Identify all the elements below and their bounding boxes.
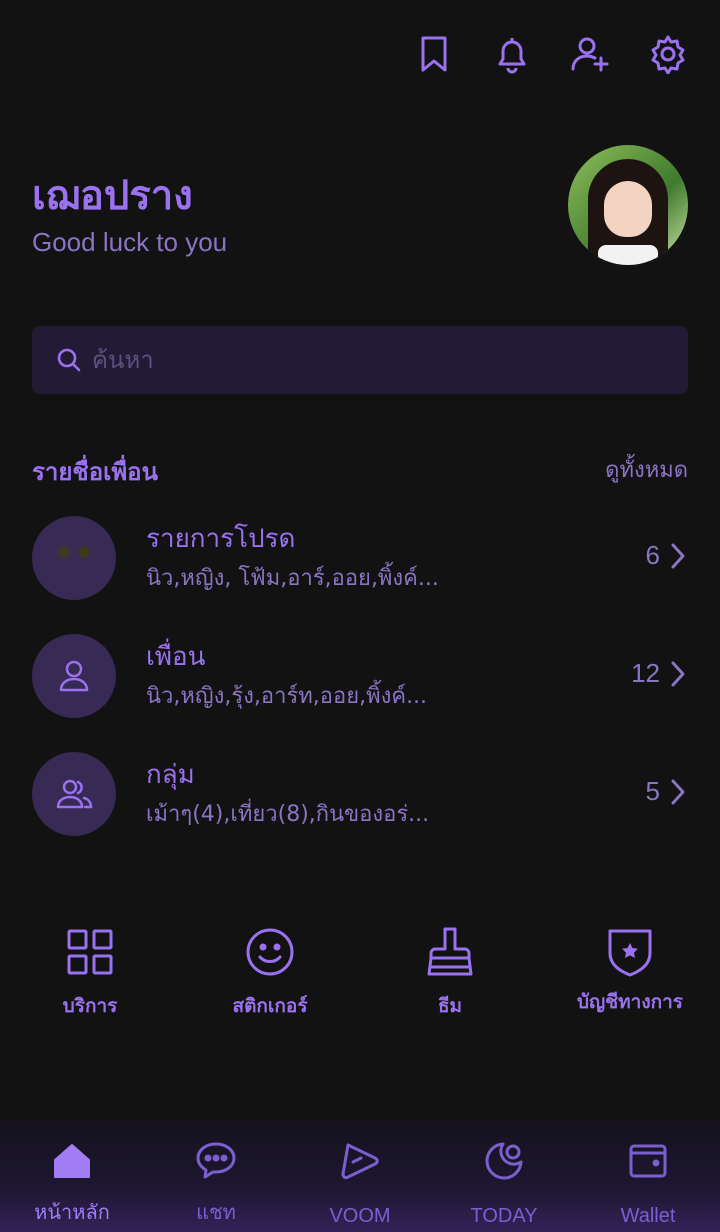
shortcut-label: ธีม xyxy=(437,995,463,1017)
shortcut-services[interactable]: บริการ xyxy=(0,925,180,1021)
bookmark-icon[interactable] xyxy=(414,30,454,78)
shield-star-icon xyxy=(608,929,652,977)
row-count: 5 xyxy=(645,776,660,806)
chat-icon xyxy=(196,1142,236,1179)
tab-label: VOOM xyxy=(329,1205,391,1227)
tab-label: TODAY xyxy=(470,1205,538,1227)
settings-gear-icon[interactable] xyxy=(648,30,688,78)
row-count: 6 xyxy=(645,540,660,570)
tab-today[interactable]: TODAY xyxy=(432,1120,576,1232)
bell-icon[interactable] xyxy=(492,30,532,78)
tab-label: หน้าหลัก xyxy=(34,1200,110,1224)
friend-list-row-friends[interactable]: เพื่อน นิว,หญิง,รุ้ง,อาร์ท,ออย,พิ้งค์...… xyxy=(32,626,688,726)
tab-voom[interactable]: VOOM xyxy=(288,1120,432,1232)
favorites-cat-avatar xyxy=(32,516,116,600)
chevron-right-icon xyxy=(671,779,685,805)
voom-icon xyxy=(341,1143,379,1180)
shortcut-label: บัญชีทางการ xyxy=(577,991,683,1013)
smiley-icon xyxy=(246,928,294,976)
profile-avatar[interactable] xyxy=(568,145,688,265)
search-icon xyxy=(57,348,81,372)
friends-section-header: รายชื่อเพื่อน ดูทั้งหมด xyxy=(32,450,688,490)
shortcut-grid: บริการ สติกเกอร์ ธีม บัญชีทางการ xyxy=(0,925,720,1035)
tab-chat[interactable]: แชท xyxy=(144,1120,288,1232)
today-icon xyxy=(485,1142,523,1180)
bottom-navigation: หน้าหลัก แชท VOOM TODAY Wallet xyxy=(0,1120,720,1232)
tab-home[interactable]: หน้าหลัก xyxy=(0,1120,144,1232)
row-count: 12 xyxy=(631,658,660,688)
person-icon xyxy=(32,634,116,718)
row-members: นิว,หญิง, โฟ้ม,อาร์,ออย,พิ้งค์... xyxy=(146,566,439,591)
wallet-icon xyxy=(629,1144,667,1178)
shortcut-stickers[interactable]: สติกเกอร์ xyxy=(180,925,360,1021)
see-all-link[interactable]: ดูทั้งหมด xyxy=(605,452,688,487)
tab-label: Wallet xyxy=(620,1205,676,1227)
search-input[interactable] xyxy=(92,346,652,374)
row-label: รายการโปรด xyxy=(146,524,296,554)
chevron-right-icon xyxy=(671,661,685,687)
tab-label: แชท xyxy=(196,1202,236,1224)
search-bar[interactable] xyxy=(32,326,688,394)
top-toolbar xyxy=(414,30,688,78)
friend-list-row-groups[interactable]: กลุ่ม เม้าๆ(4),เที่ยว(8),กินของอร่... 5 xyxy=(32,744,688,844)
friend-list-row-favorites[interactable]: รายการโปรด นิว,หญิง, โฟ้ม,อาร์,ออย,พิ้งค… xyxy=(32,508,688,608)
chevron-right-icon xyxy=(671,543,685,569)
shortcut-label: สติกเกอร์ xyxy=(232,995,308,1017)
shortcut-themes[interactable]: ธีม xyxy=(360,925,540,1021)
home-icon xyxy=(54,1144,90,1178)
profile-header: เฌอปราง Good luck to you xyxy=(32,145,688,265)
row-label: เพื่อน xyxy=(146,642,206,672)
profile-status-message[interactable]: Good luck to you xyxy=(32,227,227,258)
profile-name[interactable]: เฌอปราง xyxy=(32,163,193,227)
shortcut-official-accounts[interactable]: บัญชีทางการ xyxy=(540,925,720,1017)
friends-section-title: รายชื่อเพื่อน xyxy=(32,458,158,486)
row-members: นิว,หญิง,รุ้ง,อาร์ท,ออย,พิ้งค์... xyxy=(146,684,428,709)
row-label: กลุ่ม xyxy=(146,760,195,790)
shortcut-label: บริการ xyxy=(62,995,118,1017)
group-icon xyxy=(32,752,116,836)
grid-icon xyxy=(67,929,113,975)
row-members: เม้าๆ(4),เที่ยว(8),กินของอร่... xyxy=(146,802,430,827)
tab-wallet[interactable]: Wallet xyxy=(576,1120,720,1232)
brush-icon xyxy=(427,927,473,976)
add-friend-icon[interactable] xyxy=(570,30,610,78)
